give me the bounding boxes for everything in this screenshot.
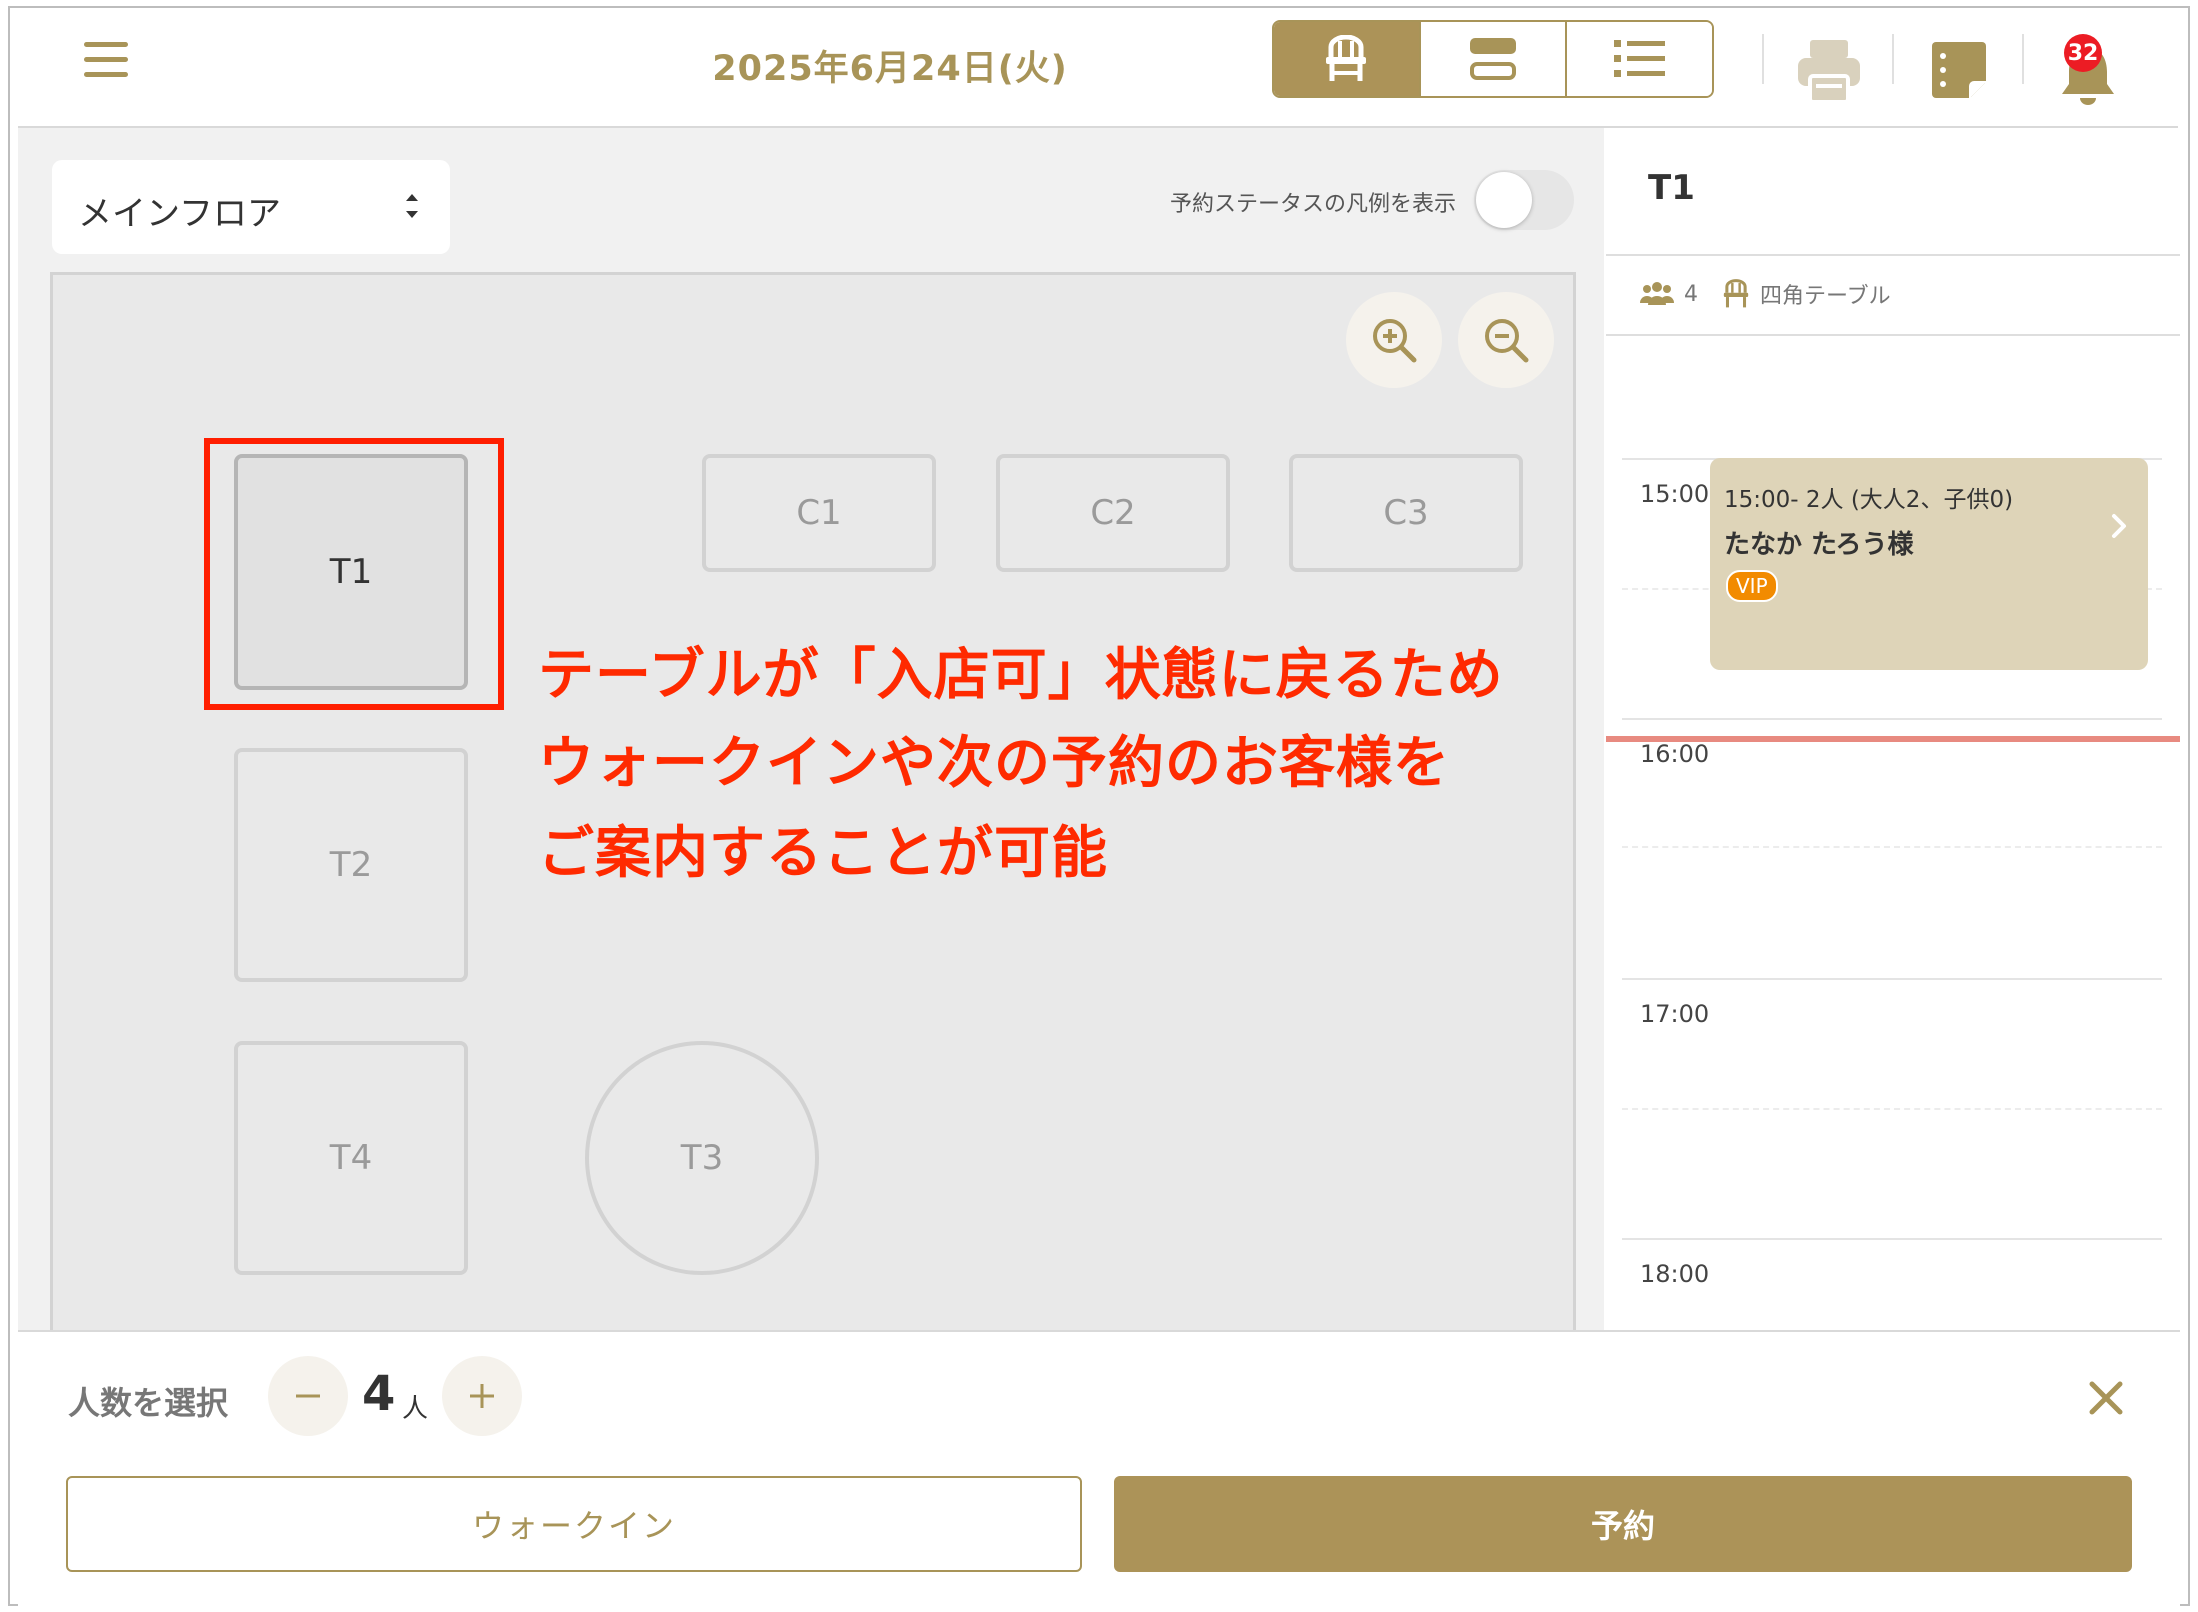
plus-icon	[470, 1384, 494, 1408]
view-tab-timeline[interactable]	[1420, 22, 1568, 96]
annotation-line-1: テーブルが「入店可」状態に戻るため	[538, 643, 1504, 708]
header-divider	[2022, 34, 2024, 84]
annotation-line-2: ウォークインや次の予約のお客様を	[538, 731, 1450, 796]
view-tab-floor[interactable]	[1274, 22, 1421, 96]
party-size-label: 人数を選択	[68, 1384, 229, 1422]
minus-icon	[296, 1394, 320, 1398]
menu-icon[interactable]	[84, 42, 128, 78]
close-icon[interactable]	[2086, 1378, 2126, 1418]
people-icon	[1640, 282, 1674, 305]
time-label-15: 15:00	[1640, 480, 1710, 508]
time-label-16: 16:00	[1640, 740, 1710, 768]
reservation-card[interactable]: 15:00- 2人 (大人2、子供0) たなか たろう様 VIP	[1710, 458, 2148, 670]
printer-icon[interactable]	[1796, 38, 1862, 104]
table-detail-info: 4 四角テーブル	[1640, 278, 1891, 310]
table-t3[interactable]: T3	[585, 1041, 819, 1275]
table-capacity: 4	[1684, 281, 1698, 307]
list-icon	[1613, 40, 1665, 77]
layout-rows-icon	[1470, 38, 1516, 80]
reservation-time: 15:00- 2人 (大人2、子供0)	[1724, 487, 2014, 513]
divider	[1606, 254, 2180, 256]
legend-toggle[interactable]	[1474, 170, 1574, 230]
hour-line	[1622, 718, 2162, 720]
hour-line	[1622, 1238, 2162, 1240]
table-c1[interactable]: C1	[702, 454, 936, 572]
reserve-button[interactable]: 予約	[1114, 1476, 2132, 1572]
half-hour-line	[1622, 846, 2162, 848]
zoom-in-button[interactable]	[1346, 292, 1442, 388]
sort-caret-icon	[406, 194, 418, 218]
party-size-value: 4	[362, 1366, 396, 1422]
divider	[1606, 334, 2180, 336]
current-time-line	[1606, 736, 2180, 742]
table-type: 四角テーブル	[1760, 284, 1891, 309]
half-hour-line	[1622, 1108, 2162, 1110]
reservation-guest: たなか たろう様	[1724, 530, 1914, 560]
chair-icon	[1723, 279, 1749, 308]
memo-icon[interactable]	[1930, 42, 1988, 100]
zoom-out-button[interactable]	[1458, 292, 1554, 388]
view-switcher	[1272, 20, 1714, 98]
chair-icon	[1326, 35, 1367, 81]
time-label-17: 17:00	[1640, 1000, 1710, 1028]
legend-toggle-label: 予約ステータスの凡例を表示	[1169, 192, 1456, 217]
current-date[interactable]: 2025年6月24日(火)	[700, 40, 1080, 91]
notification-badge: 32	[2064, 34, 2102, 72]
time-label-18: 18:00	[1640, 1260, 1710, 1288]
table-c3[interactable]: C3	[1289, 454, 1523, 572]
zoom-out-icon	[1485, 319, 1529, 363]
toggle-knob	[1476, 172, 1532, 228]
walkin-button[interactable]: ウォークイン	[66, 1476, 1082, 1572]
highlight-box	[204, 438, 504, 710]
table-t2[interactable]: T2	[234, 748, 468, 982]
decrement-button[interactable]	[268, 1356, 348, 1436]
view-tab-list[interactable]	[1567, 22, 1712, 96]
chevron-right-icon	[2112, 514, 2126, 538]
zoom-in-icon	[1373, 319, 1417, 363]
table-t4[interactable]: T4	[234, 1041, 468, 1275]
table-detail-title: T1	[1648, 168, 1695, 208]
floor-select[interactable]: メインフロア	[52, 160, 450, 254]
header-divider	[1892, 34, 1894, 84]
annotation-line-3: ご案内することが可能	[538, 821, 1108, 886]
hour-line	[1622, 978, 2162, 980]
vip-badge: VIP	[1726, 570, 1778, 602]
increment-button[interactable]	[442, 1356, 522, 1436]
header-divider	[1762, 34, 1764, 84]
floor-select-value: メインフロア	[78, 194, 281, 234]
party-size-unit: 人	[402, 1394, 429, 1424]
table-c2[interactable]: C2	[996, 454, 1230, 572]
